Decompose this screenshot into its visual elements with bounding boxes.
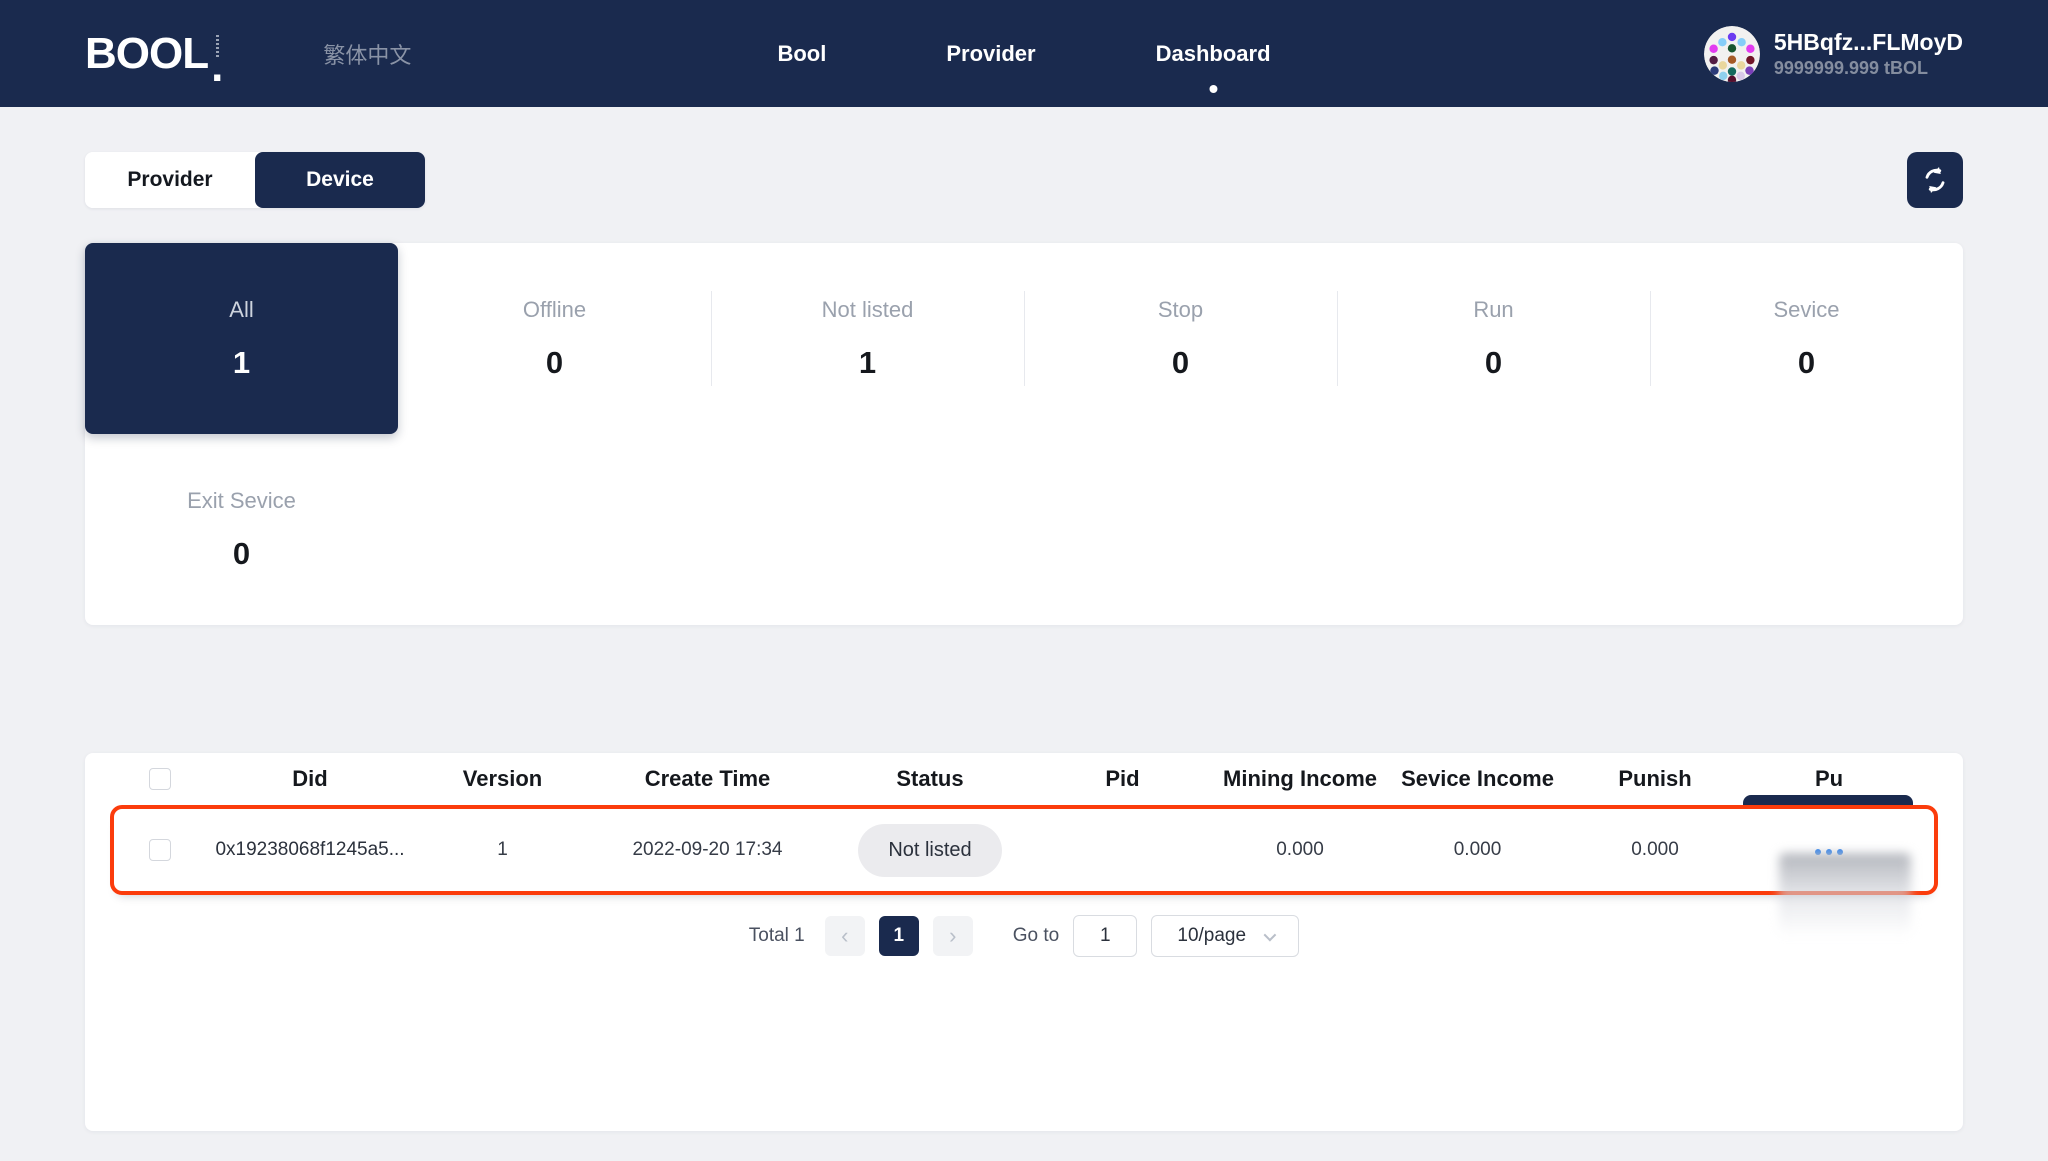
identicon-avatar[interactable] <box>1704 26 1760 82</box>
dashboard-page: BOOL . 繁体中文 Bool Provider Dashboard <box>0 0 2048 1161</box>
stat-offline[interactable]: Offline 0 <box>398 243 711 434</box>
logo-period: . <box>211 58 223 76</box>
stat-stop[interactable]: Stop 0 <box>1024 243 1337 434</box>
cell-status: Not listed <box>835 824 1025 877</box>
language-switcher[interactable]: 繁体中文 <box>323 38 411 70</box>
nav-item-dashboard[interactable]: Dashboard <box>1156 41 1271 67</box>
stat-run[interactable]: Run 0 <box>1337 243 1650 434</box>
devices-table-panel: + Did Version Create Time Status Pid Min… <box>85 753 1963 1131</box>
chevron-right-icon: › <box>949 923 956 949</box>
nav-item-provider[interactable]: Provider <box>946 41 1035 67</box>
stat-sevice[interactable]: Sevice 0 <box>1650 243 1963 434</box>
page-size-value: 10/page <box>1177 925 1246 947</box>
column-header-mining-income: Mining Income <box>1220 766 1380 792</box>
cell-sevice-income: 0.000 <box>1380 839 1575 861</box>
polkadot-identicon-icon <box>1704 26 1760 82</box>
account-address: 5HBqfz...FLMoyD <box>1774 28 1963 58</box>
column-header-status: Status <box>835 766 1025 792</box>
bool-logo[interactable]: BOOL . <box>85 32 223 76</box>
refresh-icon <box>1920 165 1950 195</box>
cell-actions <box>1735 839 1923 861</box>
cell-did: 0x19238068f1245a5... <box>195 839 425 861</box>
goto-page-input[interactable] <box>1073 915 1137 957</box>
header-select-all <box>125 768 195 790</box>
chevron-down-icon <box>1264 928 1277 941</box>
device-stats-panel: All 1 Offline 0 Not listed 1 Stop 0 Run … <box>85 243 1963 625</box>
provider-device-toggle: Provider Device <box>85 152 425 208</box>
status-badge: Not listed <box>858 824 1001 877</box>
more-actions-icon[interactable] <box>1815 849 1843 855</box>
column-header-pid: Pid <box>1025 766 1220 792</box>
main-nav: Bool Provider Dashboard <box>777 41 1270 67</box>
cell-create-time: 2022-09-20 17:34 <box>580 839 835 861</box>
device-table-row[interactable]: 0x19238068f1245a5... 1 2022-09-20 17:34 … <box>110 805 1938 895</box>
stats-row-1: All 1 Offline 0 Not listed 1 Stop 0 Run … <box>85 243 1963 434</box>
prev-page-button[interactable]: ‹ <box>825 916 865 956</box>
toggle-device-button[interactable]: Device <box>255 152 425 208</box>
pagination-total: Total 1 <box>749 925 805 947</box>
stat-all[interactable]: All 1 <box>85 243 398 434</box>
active-dot <box>1209 85 1217 93</box>
cell-punish: 0.000 <box>1575 839 1735 861</box>
cell-version: 1 <box>425 839 580 861</box>
logo-wordmark: BOOL <box>85 32 208 76</box>
next-page-button[interactable]: › <box>933 916 973 956</box>
stat-not-listed[interactable]: Not listed 1 <box>711 243 1024 434</box>
pagination-bar: Total 1 ‹ 1 › Go to 10/page <box>125 915 1923 957</box>
goto-label: Go to <box>1013 925 1059 947</box>
select-all-checkbox[interactable] <box>149 768 171 790</box>
current-page-button[interactable]: 1 <box>879 916 919 956</box>
column-header-punish: Punish <box>1575 766 1735 792</box>
chevron-left-icon: ‹ <box>841 923 848 949</box>
stat-exit-sevice[interactable]: Exit Sevice 0 <box>85 434 398 625</box>
top-navbar: BOOL . 繁体中文 Bool Provider Dashboard <box>0 0 2048 107</box>
account-balance: 9999999.999 tBOL <box>1774 58 1963 79</box>
controls-row: Provider Device <box>0 107 2048 208</box>
table-header-row: Did Version Create Time Status Pid Minin… <box>125 753 1923 805</box>
page-size-select[interactable]: 10/page <box>1151 915 1299 957</box>
stats-row-2: Exit Sevice 0 <box>85 434 1963 625</box>
column-header-version: Version <box>425 766 580 792</box>
account-widget[interactable]: 5HBqfz...FLMoyD 9999999.999 tBOL <box>1704 26 1963 82</box>
row-checkbox[interactable] <box>149 839 171 861</box>
column-header-sevice-income: Sevice Income <box>1380 766 1575 792</box>
column-header-did: Did <box>195 766 425 792</box>
toggle-provider-button[interactable]: Provider <box>85 152 255 208</box>
account-info: 5HBqfz...FLMoyD 9999999.999 tBOL <box>1774 28 1963 79</box>
cell-mining-income: 0.000 <box>1220 839 1380 861</box>
nav-item-bool[interactable]: Bool <box>777 41 826 67</box>
column-header-redacted: Pu <box>1735 766 1923 792</box>
logo-mark: . <box>211 32 223 76</box>
column-header-create-time: Create Time <box>580 766 835 792</box>
refresh-button[interactable] <box>1907 152 1963 208</box>
